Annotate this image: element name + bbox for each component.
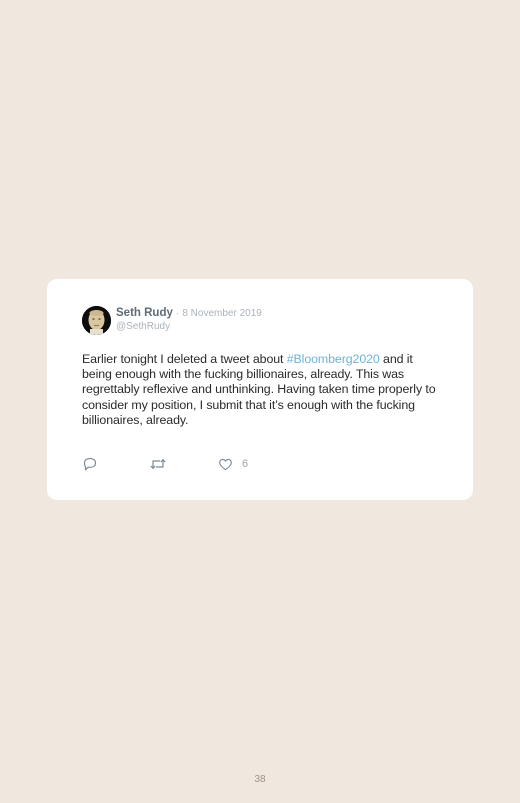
separator-dot: ·	[175, 308, 180, 319]
tweet-card: Seth Rudy · 8 November 2019 @SethRudy Ea…	[47, 279, 473, 500]
heart-icon	[218, 457, 233, 472]
author-name[interactable]: Seth Rudy	[116, 307, 173, 319]
avatar[interactable]	[82, 306, 111, 335]
reply-button[interactable]	[82, 456, 98, 472]
retweet-button[interactable]	[149, 456, 167, 472]
name-row: Seth Rudy · 8 November 2019	[116, 307, 262, 320]
tweet-date[interactable]: 8 November 2019	[182, 308, 262, 319]
author-meta: Seth Rudy · 8 November 2019 @SethRudy	[116, 307, 262, 333]
hashtag-link[interactable]: #Bloomberg2020	[287, 352, 380, 366]
tweet-actions: 6	[82, 456, 282, 472]
reply-icon	[82, 456, 98, 472]
like-count: 6	[242, 458, 249, 470]
retweet-icon	[149, 456, 167, 472]
tweet-text-before: Earlier tonight I deleted a tweet about	[82, 352, 287, 366]
page-number: 38	[254, 774, 266, 785]
tweet-text: Earlier tonight I deleted a tweet about …	[82, 352, 442, 428]
author-handle[interactable]: @SethRudy	[116, 321, 262, 333]
like-button[interactable]: 6	[218, 456, 248, 472]
tweet-header: Seth Rudy · 8 November 2019 @SethRudy	[82, 306, 262, 336]
